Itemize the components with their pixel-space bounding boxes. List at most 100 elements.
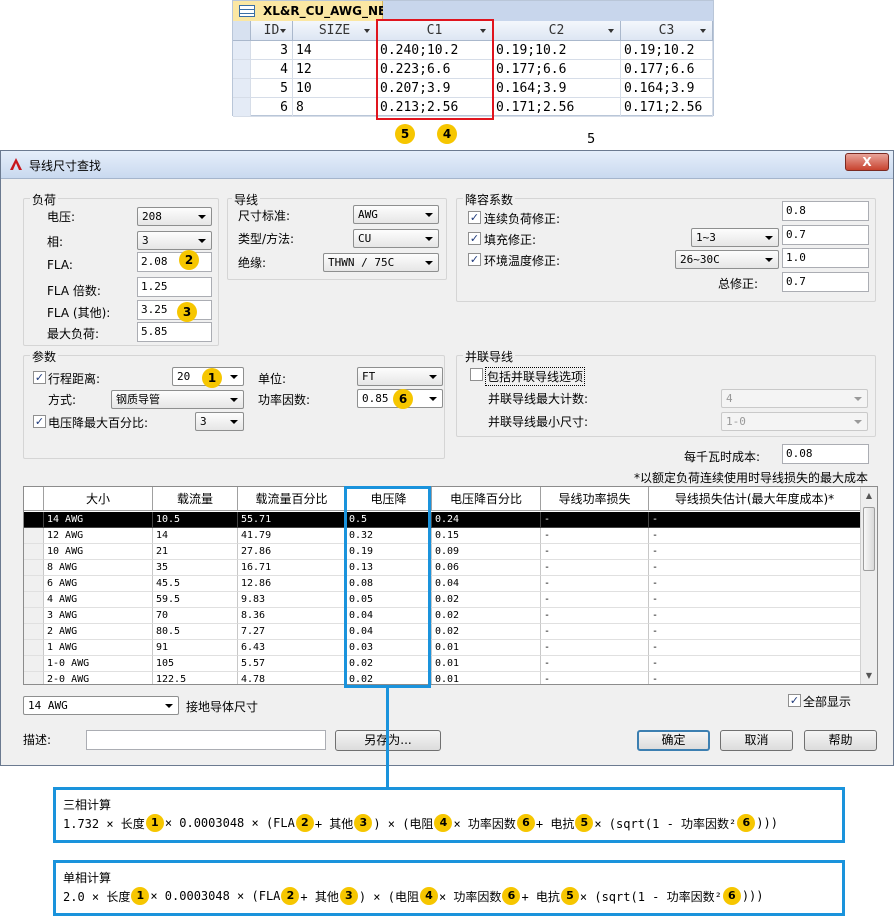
- col-header[interactable]: 载流量: [153, 487, 238, 511]
- distance-checkbox[interactable]: ✓: [33, 371, 46, 384]
- type-select[interactable]: CU: [353, 229, 439, 248]
- col-header[interactable]: 大小: [44, 487, 153, 511]
- grid-scrollbar[interactable]: ▲ ▼: [860, 487, 877, 684]
- col-header-c3[interactable]: C3: [621, 21, 713, 41]
- table-cell[interactable]: 4: [251, 60, 293, 79]
- table-row[interactable]: 2-0 AWG 122.5 4.78 0.02 0.01- -: [24, 672, 861, 684]
- ambient-temp-select[interactable]: 26~30C: [675, 250, 779, 269]
- table-cell[interactable]: 0.164;3.9: [621, 79, 713, 98]
- fill-correction-checkbox[interactable]: ✓: [468, 232, 481, 245]
- fill-correction-field[interactable]: 0.7: [782, 225, 869, 245]
- size-standard-label: 尺寸标准:: [238, 209, 291, 223]
- table-tab[interactable]: XL&R_CU_AWG_NEC: [233, 1, 395, 21]
- voltage-drop-checkbox[interactable]: ✓: [33, 415, 46, 428]
- cost-field[interactable]: 0.08: [782, 444, 869, 464]
- cancel-button[interactable]: 取消: [720, 730, 793, 751]
- table-cell[interactable]: 6: [251, 98, 293, 117]
- col-header-c2[interactable]: C2: [493, 21, 621, 41]
- row-selector[interactable]: [24, 624, 44, 640]
- row-selector[interactable]: [233, 98, 251, 117]
- help-button[interactable]: 帮助: [804, 730, 877, 751]
- min-size-select[interactable]: 1-0: [721, 412, 868, 431]
- fla-other-field[interactable]: 3.25: [137, 300, 212, 320]
- table-row[interactable]: 3 AWG 70 8.36 0.04 0.02- -: [24, 608, 861, 624]
- grid-cell: -: [541, 672, 649, 684]
- row-selector[interactable]: [24, 608, 44, 624]
- select-all-corner[interactable]: [233, 21, 251, 41]
- voltage-select[interactable]: 208: [137, 207, 212, 226]
- continuous-load-field[interactable]: 0.8: [782, 201, 869, 221]
- row-selector[interactable]: [24, 576, 44, 592]
- fla-multiplier-field[interactable]: 1.25: [137, 277, 212, 297]
- fill-correction-select[interactable]: 1~3: [691, 228, 779, 247]
- col-header-id[interactable]: ID: [251, 21, 293, 41]
- single-phase-formula-box: 单相计算 2.0 × 长度 1 × 0.0003048 × (FLA 2 + 其他 3…: [53, 860, 845, 916]
- method-select[interactable]: 钢质导管: [111, 390, 244, 409]
- total-correction-field[interactable]: 0.7: [782, 272, 869, 292]
- row-selector[interactable]: [24, 672, 44, 684]
- size-standard-select[interactable]: AWG: [353, 205, 439, 224]
- table-cell[interactable]: 0.19;10.2: [621, 41, 713, 60]
- table-row[interactable]: 10 AWG 21 27.86 0.19 0.09- -: [24, 544, 861, 560]
- table-cell[interactable]: 0.19;10.2: [493, 41, 621, 60]
- col-header[interactable]: 电压降百分比: [432, 487, 541, 511]
- continuous-load-checkbox[interactable]: ✓: [468, 211, 481, 224]
- row-selector[interactable]: [24, 656, 44, 672]
- insulation-select[interactable]: THWN / 75C: [323, 253, 439, 272]
- table-cell[interactable]: 0.164;3.9: [493, 79, 621, 98]
- voltage-drop-select[interactable]: 3: [195, 412, 244, 431]
- table-cell[interactable]: 0.171;2.56: [493, 98, 621, 117]
- row-selector[interactable]: [233, 60, 251, 79]
- table-cell[interactable]: 14: [293, 41, 377, 60]
- row-selector[interactable]: [24, 592, 44, 608]
- table-cell[interactable]: 12: [293, 60, 377, 79]
- col-header[interactable]: 载流量百分比: [238, 487, 346, 511]
- row-selector[interactable]: [233, 41, 251, 60]
- show-all-checkbox[interactable]: ✓: [788, 694, 801, 707]
- description-field[interactable]: [86, 730, 326, 750]
- scroll-thumb[interactable]: [863, 507, 875, 571]
- table-row[interactable]: 1-0 AWG 105 5.57 0.02 0.01- -: [24, 656, 861, 672]
- table-row[interactable]: 14 AWG 10.5 55.71 0.5 0.24- -: [24, 512, 861, 528]
- ambient-temp-field[interactable]: 1.0: [782, 248, 869, 268]
- close-button[interactable]: X: [845, 153, 889, 171]
- formula-part: × (sqrt(1 - 功率因数²: [579, 889, 722, 904]
- scroll-up-icon[interactable]: ▲: [862, 489, 876, 503]
- table-cell[interactable]: 8: [293, 98, 377, 117]
- grid-cell: -: [649, 624, 861, 640]
- include-parallel-checkbox[interactable]: [470, 368, 483, 381]
- row-selector[interactable]: [233, 79, 251, 98]
- insulation-label: 绝缘:: [238, 256, 267, 270]
- chevron-down-icon: [230, 398, 238, 402]
- row-selector[interactable]: [24, 544, 44, 560]
- phase-select[interactable]: 3: [137, 231, 212, 250]
- table-cell[interactable]: 10: [293, 79, 377, 98]
- table-row[interactable]: 8 AWG 35 16.71 0.13 0.06- -: [24, 560, 861, 576]
- ground-size-select[interactable]: 14 AWG: [23, 696, 179, 715]
- table-cell[interactable]: 5: [251, 79, 293, 98]
- max-count-select[interactable]: 4: [721, 389, 868, 408]
- row-selector[interactable]: [24, 512, 44, 528]
- table-row[interactable]: 6 AWG 45.5 12.86 0.08 0.04- -: [24, 576, 861, 592]
- col-header[interactable]: 导线功率损失: [541, 487, 649, 511]
- col-header[interactable]: 导线损失估计(最大年度成本)*: [649, 487, 861, 511]
- scroll-down-icon[interactable]: ▼: [862, 669, 876, 683]
- table-cell[interactable]: 0.177;6.6: [493, 60, 621, 79]
- three-phase-formula-box: 三相计算 1.732 × 长度 1 × 0.0003048 × (FLA 2 + 其…: [53, 787, 845, 843]
- fla-field[interactable]: 2.08: [137, 252, 212, 272]
- table-cell[interactable]: 0.177;6.6: [621, 60, 713, 79]
- table-row[interactable]: 2 AWG 80.5 7.27 0.04 0.02- -: [24, 624, 861, 640]
- table-row[interactable]: 1 AWG 91 6.43 0.03 0.01- -: [24, 640, 861, 656]
- ok-button[interactable]: 确定: [637, 730, 710, 751]
- col-header-size[interactable]: SIZE: [293, 21, 377, 41]
- unit-select[interactable]: FT: [357, 367, 443, 386]
- ambient-temp-checkbox[interactable]: ✓: [468, 253, 481, 266]
- row-selector[interactable]: [24, 528, 44, 544]
- row-selector[interactable]: [24, 560, 44, 576]
- table-cell[interactable]: 0.171;2.56: [621, 98, 713, 117]
- table-cell[interactable]: 3: [251, 41, 293, 60]
- table-row[interactable]: 4 AWG 59.5 9.83 0.05 0.02- -: [24, 592, 861, 608]
- max-load-field[interactable]: 5.85: [137, 322, 212, 342]
- row-selector[interactable]: [24, 640, 44, 656]
- table-row[interactable]: 12 AWG 14 41.79 0.32 0.15- -: [24, 528, 861, 544]
